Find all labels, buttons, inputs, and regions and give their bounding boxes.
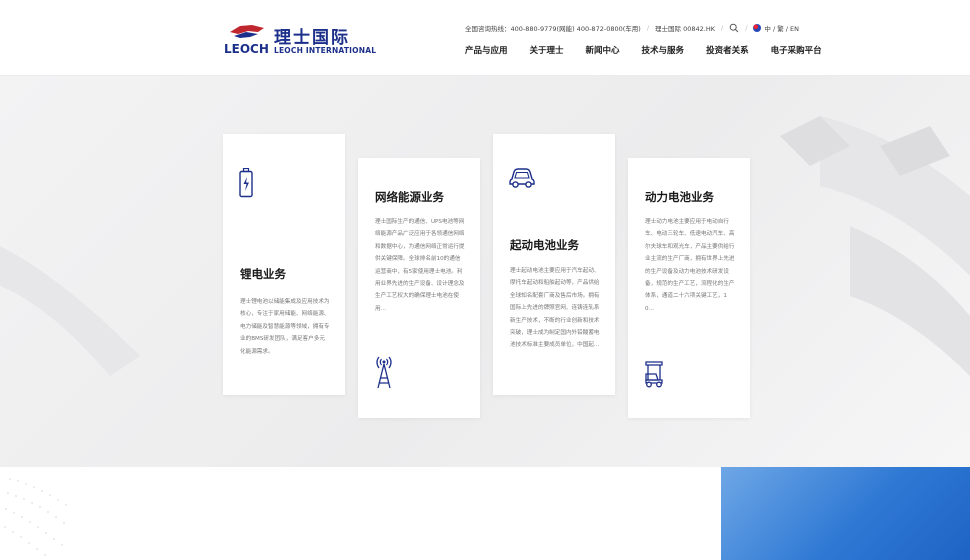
- card-starter-battery[interactable]: 起动电池业务 理士起动电池主要应用于汽车起动、摩托车起动和船舶起动等，产品供给全…: [493, 134, 615, 395]
- logo-en-text: LEOCH INTERNATIONAL: [274, 46, 377, 55]
- nav-item-tech-service[interactable]: 技术与服务: [642, 44, 685, 56]
- search-icon[interactable]: [729, 23, 739, 33]
- hotline-text: 全国咨询热线：400-880-9779(网能) 400-872-0800(车用): [465, 25, 641, 33]
- stock-link[interactable]: 理士国际 00842.HK: [655, 23, 715, 33]
- signal-tower-icon: [374, 354, 394, 390]
- top-info-bar: 全国咨询热线：400-880-9779(网能) 400-872-0800(车用)…: [465, 22, 799, 34]
- logo[interactable]: LEOCH 理士国际 LEOCH INTERNATIONAL: [224, 22, 376, 58]
- logo-mark-text: LEOCH: [224, 42, 269, 56]
- dotted-globe-decoration: [4, 478, 67, 556]
- language-switch[interactable]: 中 / 繁 / EN: [764, 23, 799, 33]
- nav-item-about[interactable]: 关于理士: [530, 44, 564, 56]
- site-header: LEOCH 理士国际 LEOCH INTERNATIONAL 全国咨询热线：40…: [0, 0, 970, 76]
- card-description: 理士动力电池主要应用于电动自行车、电动三轮车、低速电动汽车、高尔夫球车和观光车，…: [645, 219, 735, 312]
- card-title: 锂电业务: [240, 267, 286, 281]
- card-description: 理士锂电池以储能集成及应用技术为核心，专注于家用储能、网络能源、电力储能及智慧能…: [240, 299, 330, 355]
- card-description: 理士国际生产的通信、UPS电池等网络能源产品广泛应用于各领通信网络和数据中心，为…: [375, 219, 465, 312]
- golf-cart-icon: [644, 360, 664, 388]
- card-lithium[interactable]: 锂电业务 理士锂电池以储能集成及应用技术为核心，专注于家用储能、网络能源、电力储…: [223, 134, 345, 395]
- nav-item-products[interactable]: 产品与应用: [465, 44, 508, 56]
- battery-icon: [239, 167, 253, 198]
- nav-item-news[interactable]: 新闻中心: [586, 44, 620, 56]
- car-icon: [509, 166, 535, 188]
- card-title: 网络能源业务: [375, 190, 444, 204]
- nav-item-procurement[interactable]: 电子采购平台: [771, 44, 822, 56]
- card-title: 动力电池业务: [645, 190, 714, 204]
- card-description: 理士起动电池主要应用于汽车起动、摩托车起动和船舶起动等，产品供给全球知名配套厂商…: [510, 268, 600, 349]
- card-title: 起动电池业务: [510, 238, 579, 252]
- card-network-energy[interactable]: 网络能源业务 理士国际生产的通信、UPS电池等网络能源产品广泛应用于各领通信网络…: [358, 158, 480, 418]
- blue-banner-panel: [721, 467, 970, 560]
- background-decoration: [0, 116, 970, 376]
- leoch-logo-icon: LEOCH: [224, 25, 269, 56]
- divider: /: [745, 24, 748, 32]
- business-section: 锂电业务 理士锂电池以储能集成及应用技术为核心，专注于家用储能、网络能源、电力储…: [0, 76, 970, 467]
- nav-item-investor[interactable]: 投资者关系: [706, 44, 749, 56]
- divider: /: [720, 24, 724, 32]
- flag-icon: [753, 24, 762, 32]
- card-power-battery[interactable]: 动力电池业务 理士动力电池主要应用于电动自行车、电动三轮车、低速电动汽车、高尔夫…: [628, 158, 750, 418]
- main-nav: 产品与应用 关于理士 新闻中心 技术与服务 投资者关系 电子采购平台: [465, 44, 822, 56]
- divider: /: [646, 24, 650, 32]
- logo-cn-text: 理士国际: [274, 28, 350, 48]
